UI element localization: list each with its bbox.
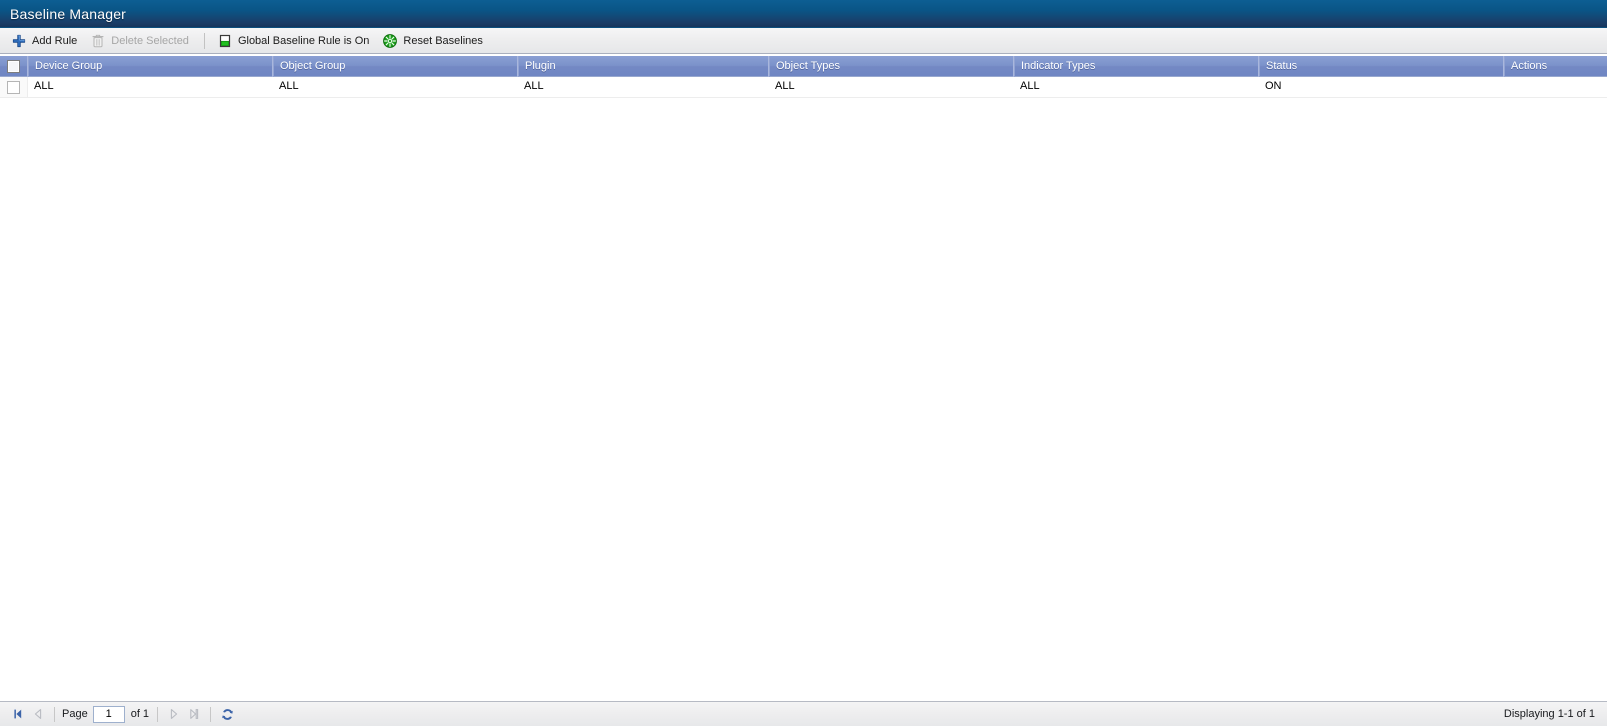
paging-toolbar: Page of 1 Displaying 1-1 of xyxy=(0,701,1607,726)
previous-page-button[interactable] xyxy=(28,704,48,724)
column-header-indicator-types[interactable]: Indicator Types xyxy=(1014,56,1259,77)
toggle-on-icon xyxy=(217,33,233,49)
paging-separator-1 xyxy=(54,706,55,722)
select-all-checkbox[interactable] xyxy=(7,60,20,73)
toolbar-separator xyxy=(203,32,205,49)
select-all-header-cell[interactable] xyxy=(0,56,28,77)
cell-plugin: ALL xyxy=(524,80,544,92)
grid-body: ALL ALL ALL ALL ALL ON xyxy=(0,77,1607,98)
refresh-icon xyxy=(221,708,233,720)
column-header-actions[interactable]: Actions xyxy=(1504,56,1607,77)
previous-page-icon xyxy=(34,709,42,719)
row-select-checkbox[interactable] xyxy=(7,80,20,94)
column-header-status[interactable]: Status xyxy=(1259,56,1504,77)
displaying-status: Displaying 1-1 of 1 xyxy=(1503,708,1595,720)
baseline-rules-grid: Device Group Object Group Plugin Object … xyxy=(0,55,1607,680)
delete-selected-label: Delete Selected xyxy=(111,34,189,47)
column-header-object-group[interactable]: Object Group xyxy=(273,56,518,77)
column-header-device-group[interactable]: Device Group xyxy=(28,56,273,77)
cell-object-types: ALL xyxy=(775,80,795,92)
table-row[interactable]: ALL ALL ALL ALL ALL ON xyxy=(0,77,1607,98)
reset-baselines-label: Reset Baselines xyxy=(403,34,483,47)
next-page-icon xyxy=(170,709,178,719)
global-baseline-rule-button[interactable]: Global Baseline Rule is On xyxy=(212,30,377,52)
add-rule-label: Add Rule xyxy=(32,34,78,47)
next-page-button[interactable] xyxy=(164,704,184,724)
first-page-button[interactable] xyxy=(8,704,28,724)
cell-object-group: ALL xyxy=(279,80,299,92)
cell-device-group: ALL xyxy=(34,80,54,92)
paging-separator-2 xyxy=(157,706,159,722)
page-of-label: of 1 xyxy=(130,708,150,720)
global-baseline-rule-label: Global Baseline Rule is On xyxy=(237,34,370,47)
plus-icon xyxy=(11,33,27,49)
cell-actions[interactable] xyxy=(1504,77,1607,97)
window-titlebar: Baseline Manager xyxy=(0,0,1607,28)
page-title: Baseline Manager xyxy=(10,5,127,22)
reset-baselines-button[interactable]: Reset Baselines xyxy=(377,30,491,52)
column-header-object-types[interactable]: Object Types xyxy=(769,56,1014,77)
column-header-plugin[interactable]: Plugin xyxy=(518,56,769,77)
paging-separator-3 xyxy=(210,706,212,722)
reset-circle-icon xyxy=(382,33,398,49)
row-select-cell[interactable] xyxy=(0,77,28,97)
delete-selected-button[interactable]: Delete Selected xyxy=(85,30,197,52)
trash-icon xyxy=(90,33,106,49)
baseline-manager-window: Baseline Manager Add Rule Delete Selecte… xyxy=(0,0,1607,726)
grid-header-row: Device Group Object Group Plugin Object … xyxy=(0,56,1607,77)
refresh-button[interactable] xyxy=(217,704,237,724)
last-page-icon xyxy=(190,709,199,719)
last-page-button[interactable] xyxy=(184,704,204,724)
cell-indicator-types: ALL xyxy=(1020,80,1040,92)
page-label: Page xyxy=(62,708,88,720)
toolbar: Add Rule Delete Selected Global Baseline… xyxy=(0,28,1607,54)
cell-status: ON xyxy=(1265,80,1282,92)
first-page-icon xyxy=(14,709,22,719)
page-number-input[interactable] xyxy=(92,705,125,723)
add-rule-button[interactable]: Add Rule xyxy=(6,30,85,52)
